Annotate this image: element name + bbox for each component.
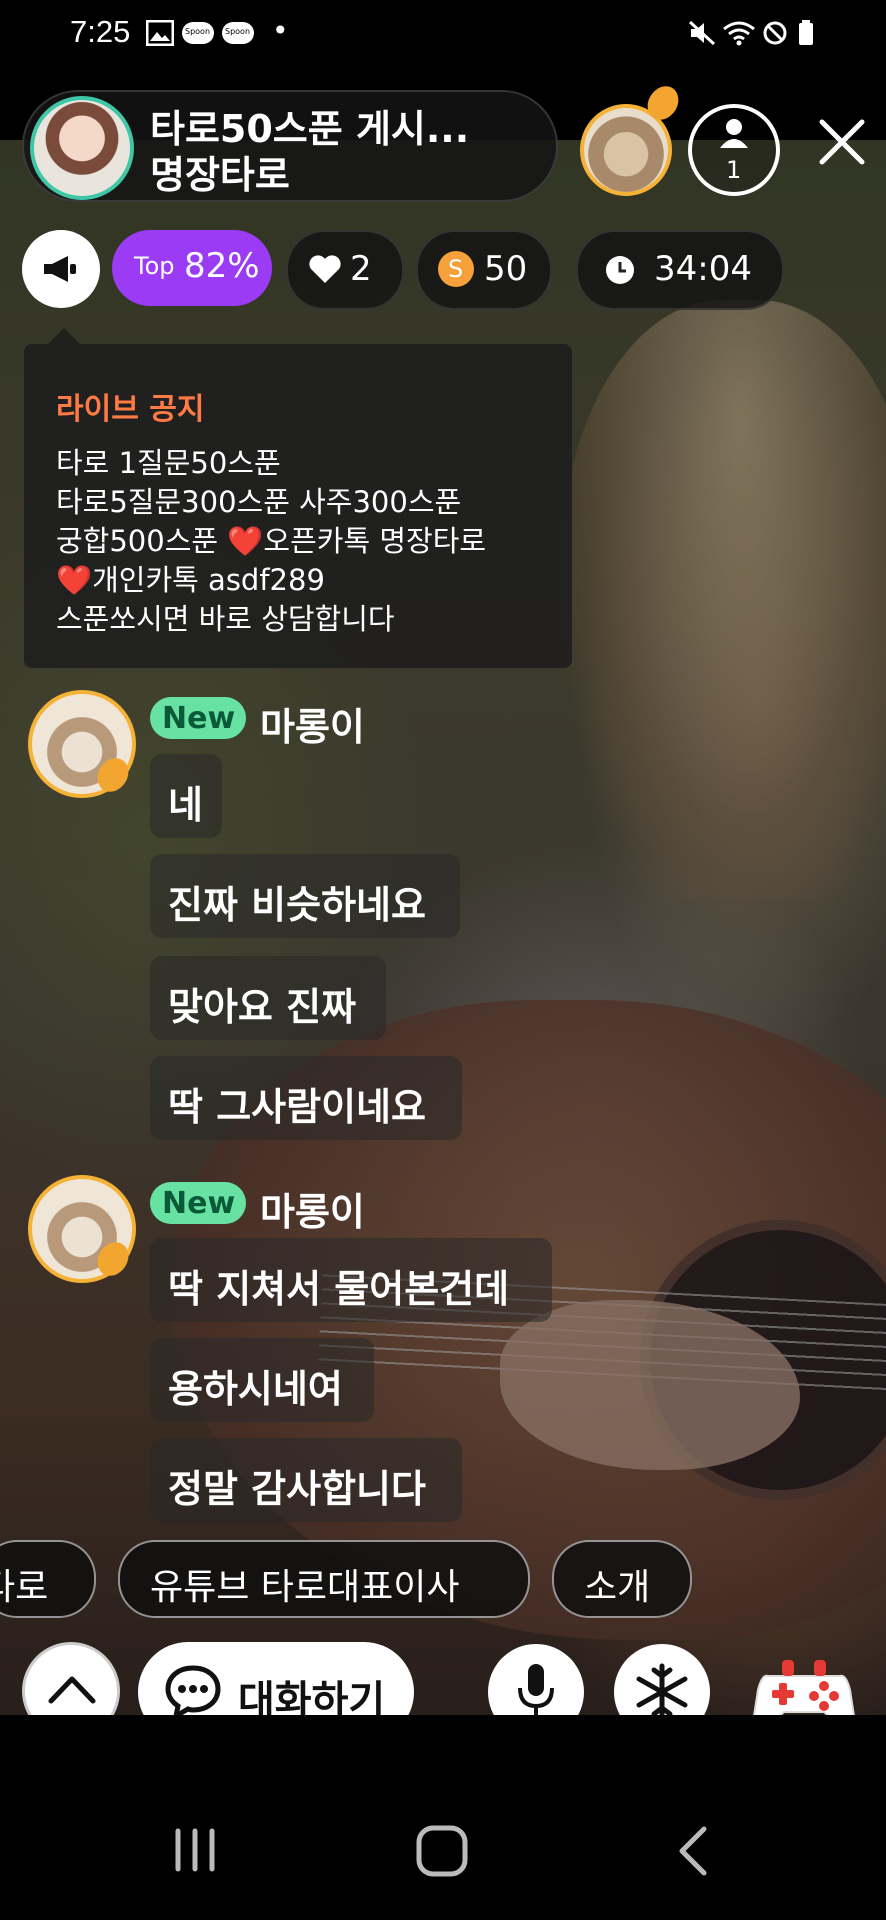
new-user-badge: New [150,1182,246,1224]
recent-apps-icon[interactable] [170,1825,220,1875]
wifi-icon [723,21,755,46]
spoon-badge-label: Spoon [185,27,211,36]
chat-message: 용하시네여 [150,1338,374,1422]
spoon-notification-icon: Spoon [182,22,214,44]
chat-message-text: 정말 감사합니다 [168,1467,426,1511]
notice-toggle-button[interactable] [22,230,100,308]
new-user-badge: New [150,697,246,739]
notice-title: 라이브 공지 [56,392,205,427]
top-rank-label: Top [134,252,175,280]
chat-message: 진짜 비슷하네요 [150,854,460,938]
spoon-badge-label: Spoon [225,27,251,36]
chat-message: 네 [150,754,222,838]
heart-icon [309,255,341,283]
chevron-up-icon [48,1676,96,1704]
chat-user-name[interactable]: 마롱이 [260,1181,365,1236]
live-room-screen: 7:25 Spoon Spoon • 타로50스푼 게시... 명장타로 1 T… [0,0,886,1920]
clock-icon [606,256,634,284]
microphone-icon [518,1664,554,1718]
chat-message-text: 네 [168,783,203,827]
chat-message: 정말 감사합니다 [150,1438,462,1522]
chat-message: 딱 그사람이네요 [150,1056,462,1140]
top-rank-badge[interactable]: Top 82% [112,230,272,306]
notice-line: 궁합500스푼 ❤️오픈카톡 명장타로 [56,524,487,558]
mute-icon [688,20,716,46]
quick-reply-chip[interactable]: 소개 [552,1540,692,1618]
chat-message-text: 딱 그사람이네요 [168,1085,426,1129]
battery-icon [799,20,813,45]
spoon-coin-label: S [448,255,464,283]
back-icon[interactable] [672,1823,712,1879]
chat-message: 맞아요 진짜 [150,956,386,1040]
chat-user-name[interactable]: 마롱이 [260,696,365,751]
notice-pointer [48,328,80,344]
top-rank-value: 82% [184,246,260,286]
do-not-disturb-icon [763,21,787,45]
chat-message-text: 딱 지쳐서 물어본건데 [168,1267,510,1311]
live-timer: 34:04 [654,249,752,289]
listener-count-button[interactable]: 1 [688,104,780,196]
quick-reply-label: 소개 [584,1567,651,1608]
spoons-count: 50 [484,249,528,289]
snowflake-icon [636,1663,688,1721]
timer-pill: 34:04 [576,230,784,310]
listener-count: 1 [726,156,742,184]
notice-line: 타로5질문300스푼 사주300스푼 [56,485,462,519]
chat-message-text: 진짜 비슷하네요 [168,883,426,927]
quick-reply-label: 타로 [0,1567,49,1608]
likes-pill[interactable]: 2 [286,230,404,310]
likes-count: 2 [350,249,372,289]
host-avatar[interactable] [30,96,134,200]
notice-line: 스푼쏘시면 바로 상담합니다 [56,602,395,636]
new-badge-label: New [162,701,236,736]
status-bar: 7:25 Spoon Spoon • [0,0,886,70]
home-icon[interactable] [414,1823,470,1879]
spoon-notification-icon: Spoon [222,22,254,44]
live-notice-panel: 라이브 공지 타로 1질문50스푼 타로5질문300스푼 사주300스푼 궁합5… [24,344,572,668]
host-name: 명장타로 [150,153,290,197]
spoon-coin-icon: S [438,251,474,287]
system-navigation-bar [0,1715,886,1920]
chat-message: 딱 지쳐서 물어본건데 [150,1238,552,1322]
chat-bubble-icon [165,1665,221,1720]
chat-message-text: 맞아요 진짜 [168,985,357,1029]
new-badge-label: New [162,1186,236,1221]
status-time: 7:25 [70,14,131,49]
spoons-pill[interactable]: S 50 [416,230,552,310]
quick-reply-label: 유튜브 타로대표이사 [150,1567,460,1608]
notice-line: ❤️개인카톡 asdf289 [56,563,325,597]
quick-reply-chip[interactable]: 유튜브 타로대표이사 [118,1540,530,1618]
close-icon[interactable] [812,112,872,172]
quick-reply-chip[interactable]: 타로 [0,1540,96,1618]
notification-dot: • [272,14,289,47]
chat-message-text: 용하시네여 [168,1367,343,1411]
image-icon [146,20,174,46]
notice-line: 타로 1질문50스푼 [56,446,281,480]
megaphone-icon [44,256,76,282]
user-icon [720,119,748,148]
